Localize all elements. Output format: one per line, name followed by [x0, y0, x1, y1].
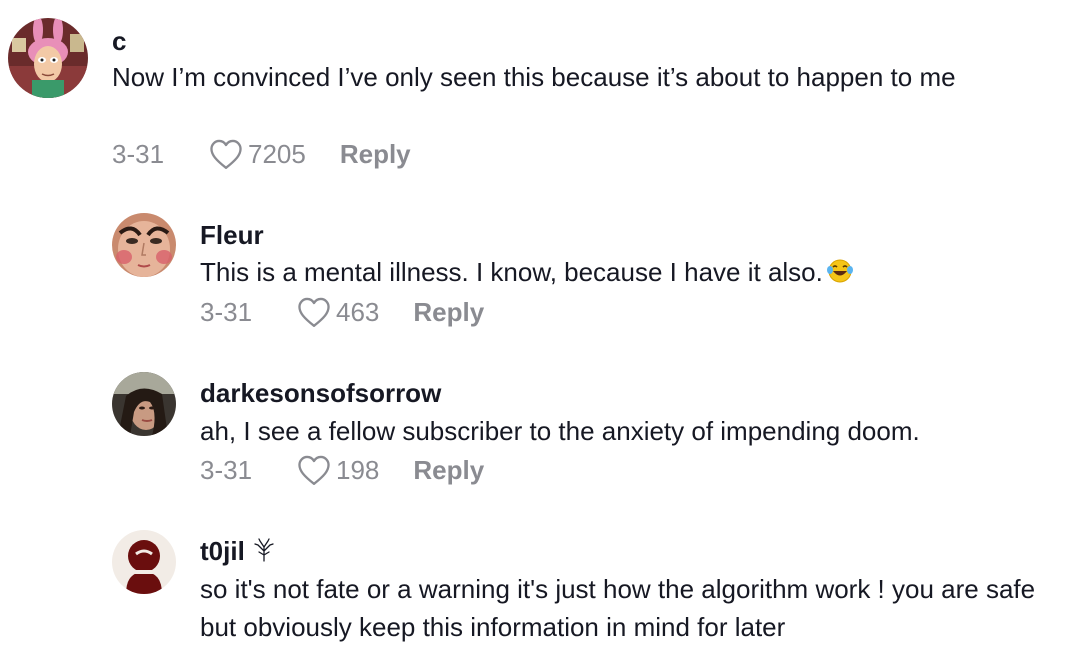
comment-username[interactable]: t0jil	[200, 536, 245, 566]
like-count: 198	[336, 454, 380, 485]
comment-username-row: t0jil	[200, 536, 275, 569]
avatar[interactable]	[112, 213, 176, 277]
comment-text: so it's not fate or a warning it's just …	[200, 574, 1036, 642]
comment-username[interactable]: Fleur	[200, 220, 264, 251]
comment-meta: 3-31 7205 Reply	[112, 138, 411, 170]
comment-item: t0jil so it's not fate or a warning it's…	[0, 0, 1082, 642]
heart-icon	[298, 297, 330, 327]
like-button[interactable]: 198	[296, 454, 379, 486]
comment-item: c Now I’m convinced I’ve only seen this …	[0, 0, 1082, 190]
comment-text-body: This is a mental illness. I know, becaus…	[200, 257, 823, 287]
like-count: 7205	[248, 138, 306, 169]
comment-date: 3-31	[200, 454, 253, 485]
comment-text: Now I’m convinced I’ve only seen this be…	[112, 62, 956, 92]
comment-date: 3-31	[200, 296, 253, 327]
comment-text: ah, I see a fellow subscriber to the anx…	[200, 416, 920, 446]
comment-meta: 3-31 198 Reply	[200, 454, 484, 486]
like-button[interactable]: 463	[296, 296, 379, 328]
avatar[interactable]	[112, 372, 176, 436]
comment-username[interactable]: c	[112, 26, 126, 57]
like-count: 463	[336, 296, 380, 327]
reply-button[interactable]: Reply	[340, 139, 411, 170]
avatar[interactable]	[8, 18, 88, 98]
reply-button[interactable]: Reply	[413, 297, 484, 328]
tree-icon	[253, 537, 275, 569]
face-with-tears-of-joy-icon	[825, 256, 855, 294]
like-button[interactable]: 7205	[208, 138, 306, 170]
avatar[interactable]	[112, 530, 176, 594]
comment-text: This is a mental illness. I know, becaus…	[200, 253, 1060, 294]
heart-icon	[298, 455, 330, 485]
heart-icon	[210, 139, 242, 169]
comment-username[interactable]: darkesonsofsorrow	[200, 378, 441, 409]
comment-meta: 3-31 463 Reply	[200, 296, 484, 328]
comment-date: 3-31	[112, 138, 165, 169]
reply-button[interactable]: Reply	[413, 455, 484, 486]
